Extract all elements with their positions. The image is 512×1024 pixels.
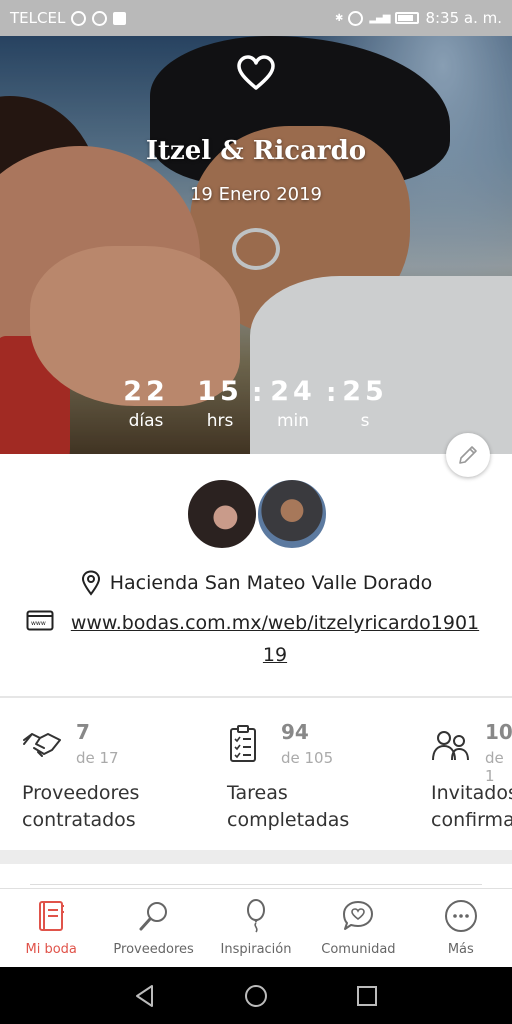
facebook-icon xyxy=(113,11,127,25)
countdown-seconds-value: 25 xyxy=(342,376,388,407)
checklist-icon xyxy=(230,725,256,762)
countdown-hours-value: 15 xyxy=(197,376,243,407)
alarm-icon xyxy=(348,10,364,26)
whatsapp-icon xyxy=(92,10,108,26)
battery-icon xyxy=(395,12,420,24)
nav-label: Proveedores xyxy=(113,942,194,957)
countdown-seconds-label: s xyxy=(360,411,370,431)
stat-vendors-label-line2: contratados xyxy=(22,809,136,831)
system-nav-bar xyxy=(0,967,512,1024)
countdown-days: 22 días xyxy=(116,376,176,431)
countdown: 22 días 15 hrs : 24 min : 25 s xyxy=(110,376,400,446)
stat-guests-value: 10 xyxy=(485,720,512,744)
venue-name: Hacienda San Mateo Valle Dorado xyxy=(109,572,433,594)
search-icon xyxy=(139,902,167,931)
stat-tasks-total: de 105 xyxy=(281,749,334,767)
edit-button[interactable] xyxy=(446,433,490,477)
countdown-days-value: 22 xyxy=(123,376,169,407)
spotify-icon xyxy=(71,10,87,26)
bottom-nav: Mi boda Proveedores Inspiración Comunida… xyxy=(0,888,512,967)
nav-item-proveedores[interactable]: Proveedores xyxy=(102,889,204,967)
venue-row[interactable]: Hacienda San Mateo Valle Dorado xyxy=(0,570,512,596)
countdown-days-label: días xyxy=(128,411,164,431)
nav-label: Inspiración xyxy=(220,942,292,957)
stat-tasks-label-line2: completadas xyxy=(227,809,350,831)
app-screen: TELCEL ✱ ▂▄▆ 8:35 a. m. Itzel & Ricardo … xyxy=(0,0,512,1024)
avatar-bride[interactable] xyxy=(186,478,258,550)
status-left: TELCEL xyxy=(10,9,127,27)
stat-vendors-label: Proveedores contratados xyxy=(22,780,139,834)
divider xyxy=(0,696,512,698)
status-bar: TELCEL ✱ ▂▄▆ 8:35 a. m. xyxy=(0,0,512,36)
browser-window-icon: www xyxy=(26,610,54,631)
stat-tasks-label-line1: Tareas xyxy=(227,782,288,804)
countdown-seconds: 25 s xyxy=(335,376,395,431)
pencil-icon xyxy=(459,446,477,464)
status-right: ✱ ▂▄▆ 8:35 a. m. xyxy=(335,9,502,27)
stat-vendors-total: de 17 xyxy=(76,749,119,767)
countdown-minutes-label: min xyxy=(276,411,310,431)
nav-item-mi-boda[interactable]: Mi boda xyxy=(0,889,102,967)
stats-row: 7 de 17 Proveedores contratados 94 de 10… xyxy=(0,718,512,838)
chat-heart-icon xyxy=(343,901,374,930)
avatar-groom[interactable] xyxy=(256,478,328,550)
stat-guests-label-line2: confirma xyxy=(431,809,512,831)
carrier-name: TELCEL xyxy=(10,9,66,27)
handshake-icon xyxy=(23,733,61,757)
countdown-minutes-value: 24 xyxy=(270,376,316,407)
countdown-minutes: 24 min xyxy=(263,376,323,431)
heart-icon xyxy=(237,55,275,90)
nav-label: Comunidad xyxy=(321,942,396,957)
stat-tasks[interactable]: 94 de 105 Tareas completadas xyxy=(227,718,427,838)
stat-guests-label: Invitados confirma xyxy=(431,780,512,834)
more-icon xyxy=(444,900,477,932)
stat-guests[interactable]: 10 de 1 Invitados confirma xyxy=(431,718,512,838)
wedding-date: 19 Enero 2019 xyxy=(189,184,323,205)
signal-icon: ▂▄▆ xyxy=(369,12,390,24)
nav-label: Más xyxy=(447,942,474,957)
back-icon[interactable] xyxy=(132,983,158,1009)
stat-vendors-label-line1: Proveedores xyxy=(22,782,140,804)
countdown-hours-label: hrs xyxy=(206,411,234,431)
section-separator xyxy=(0,850,512,864)
stat-vendors[interactable]: 7 de 17 Proveedores contratados xyxy=(22,718,222,838)
website-link[interactable]: www.bodas.com.mx/web/itzelyricardo190119 xyxy=(66,607,484,671)
nav-label: Mi boda xyxy=(25,942,77,957)
notebook-icon xyxy=(39,901,65,931)
countdown-separator: : xyxy=(252,378,263,408)
countdown-hours: 15 hrs xyxy=(190,376,250,431)
recents-icon[interactable] xyxy=(354,983,380,1009)
website-row: www www.bodas.com.mx/web/itzelyricardo19… xyxy=(26,607,486,671)
stat-guests-label-line1: Invitados xyxy=(431,782,512,804)
home-icon[interactable] xyxy=(243,983,269,1009)
svg-text:www: www xyxy=(31,620,46,627)
nav-item-comunidad[interactable]: Comunidad xyxy=(307,889,409,967)
stat-tasks-value: 94 xyxy=(281,720,309,744)
couple-name: Itzel & Ricardo xyxy=(145,136,367,166)
nav-item-inspiracion[interactable]: Inspiración xyxy=(205,889,307,967)
guests-icon xyxy=(432,731,469,761)
balloon-icon xyxy=(247,899,266,933)
clock-time: 8:35 a. m. xyxy=(425,9,502,27)
nav-item-mas[interactable]: Más xyxy=(410,889,512,967)
stat-tasks-label: Tareas completadas xyxy=(227,780,349,834)
hero-cover-photo: Itzel & Ricardo 19 Enero 2019 22 días 15… xyxy=(0,36,512,454)
location-pin-icon xyxy=(81,570,100,596)
stat-vendors-value: 7 xyxy=(76,720,90,744)
bluetooth-icon: ✱ xyxy=(334,12,343,24)
